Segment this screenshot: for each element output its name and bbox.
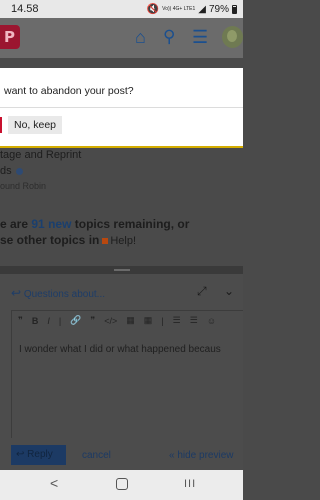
recents-nav-icon[interactable]: III — [184, 478, 196, 490]
editor-toolbar: ❞ B I | 🔗 ❞ </> ▦ ▦ | ☰ ☰ ☺ — [11, 310, 243, 330]
battery-level: 79% — [208, 3, 229, 15]
unread-dot — [15, 167, 23, 175]
search-icon[interactable]: ⚲ — [163, 27, 175, 47]
system-nav-bar: < III — [0, 470, 243, 500]
new-topics-link[interactable]: new — [48, 217, 71, 231]
link-icon[interactable]: 🔗 — [70, 315, 81, 326]
topic-title-line2: ds — [0, 165, 23, 177]
mute-icon: 🔇 — [146, 3, 160, 15]
quote-icon[interactable]: ❞ — [18, 315, 23, 326]
image-icon[interactable]: ▦ — [126, 315, 135, 326]
reply-composer: ↩ Questions about... ⤢ ⌄ ❞ B I | 🔗 ❞ </>… — [0, 274, 243, 470]
battery-icon — [232, 4, 237, 14]
network-indicator: Vo)) 4G+ LTE1 — [162, 5, 196, 12]
reply-icon: ↩ — [16, 449, 25, 460]
home-nav-icon[interactable] — [116, 478, 128, 490]
category-badge-icon — [102, 237, 109, 244]
italic-icon[interactable]: I — [47, 316, 50, 326]
suggested-line1: e are 91 new topics remaining, or — [0, 217, 190, 231]
category-link[interactable]: Help! — [110, 235, 136, 247]
abandon-post-dialog: want to abandon your post? No, keep — [0, 68, 243, 148]
reply-to-selector[interactable]: ↩ Questions about... — [11, 286, 105, 300]
table-icon[interactable]: ▦ — [144, 315, 153, 326]
bullet-list-icon[interactable]: ☰ — [173, 315, 181, 326]
hamburger-menu-icon[interactable]: ☰ — [192, 27, 208, 47]
dialog-question: want to abandon your post? — [4, 85, 134, 97]
topic-author: ound Robin — [0, 181, 47, 191]
composer-resize-handle[interactable] — [0, 266, 243, 274]
site-header: P ⌂ ⚲ ☰ — [0, 18, 243, 58]
emoji-icon[interactable]: ☺ — [207, 316, 216, 326]
no-keep-button[interactable]: No, keep — [8, 116, 63, 134]
signal-icon: ◢ — [198, 3, 206, 15]
reply-button[interactable]: ↩ Reply — [11, 445, 66, 465]
numbered-list-icon[interactable]: ☰ — [190, 315, 198, 326]
status-indicators: 🔇 Vo)) 4G+ LTE1 ◢ 79% — [147, 4, 237, 15]
dialog-divider — [0, 107, 243, 108]
blockquote-icon[interactable]: ❞ — [90, 315, 95, 326]
code-icon[interactable]: </> — [104, 316, 117, 326]
back-nav-icon[interactable]: < — [50, 475, 58, 491]
chevron-down-icon[interactable]: ⌄ — [224, 284, 234, 298]
site-logo[interactable]: P — [0, 25, 20, 49]
reply-arrow-icon: ↩ — [11, 286, 22, 300]
status-bar: 14.58 🔇 Vo)) 4G+ LTE1 ◢ 79% — [0, 0, 243, 18]
suggested-line2: se other topics in Help! — [0, 233, 137, 247]
bold-icon[interactable]: B — [32, 316, 39, 326]
status-time: 14.58 — [11, 3, 39, 15]
confirm-button-edge[interactable] — [0, 117, 2, 133]
collapse-arrow-icon[interactable]: ⤢ — [197, 284, 207, 299]
editor-content[interactable]: I wonder what I did or what happened bec… — [19, 344, 221, 355]
divider-icon: | — [161, 315, 164, 326]
cancel-link[interactable]: cancel — [82, 450, 111, 461]
remaining-count[interactable]: 91 — [31, 217, 44, 231]
user-avatar[interactable] — [222, 26, 243, 48]
topic-title-line1: tage and Reprint — [0, 149, 82, 161]
composer-editor[interactable]: I wonder what I did or what happened bec… — [11, 330, 243, 438]
divider-icon: | — [58, 315, 62, 326]
home-icon[interactable]: ⌂ — [135, 27, 146, 47]
reply-to-title: Questions about... — [23, 289, 106, 300]
hide-preview-link[interactable]: « hide preview — [169, 450, 233, 461]
